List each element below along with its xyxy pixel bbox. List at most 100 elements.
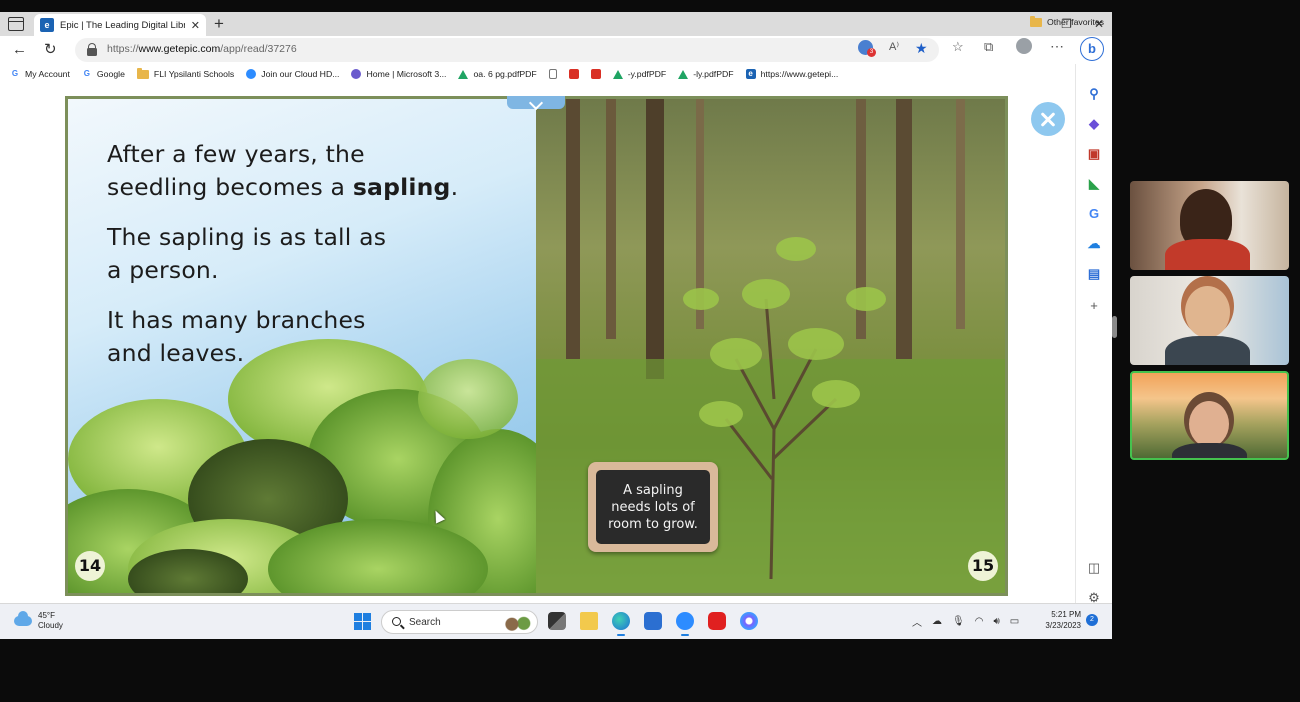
profile-avatar[interactable] — [1016, 38, 1032, 54]
search-label: Search — [409, 617, 441, 628]
zoom-icon — [246, 69, 257, 79]
new-tab-button[interactable]: + — [214, 14, 224, 34]
drive-icon — [458, 69, 469, 79]
epic-favicon-icon: e — [40, 18, 54, 32]
read-aloud-icon[interactable]: A⁾ — [889, 40, 899, 53]
taskbar-search[interactable]: Search — [381, 610, 538, 634]
participant-head — [1185, 286, 1230, 338]
chevron-down-icon[interactable] — [507, 96, 565, 109]
favorite-item[interactable] — [548, 69, 557, 79]
onedrive-icon[interactable]: ☁ — [1086, 236, 1102, 252]
close-icon[interactable] — [1031, 102, 1065, 136]
favorite-item[interactable]: oa. 6 pg.pdfPDF — [458, 69, 537, 79]
battery-icon[interactable]: ▭ — [1010, 616, 1019, 627]
address-bar[interactable]: https://www.getepic.com/app/read/37276 — [75, 38, 939, 62]
tools-icon[interactable]: ▣ — [1086, 146, 1102, 162]
google-icon[interactable]: G — [1086, 206, 1102, 222]
onedrive-icon[interactable]: ☁ — [932, 616, 942, 627]
favorite-item[interactable]: Home | Microsoft 3... — [351, 69, 446, 79]
notification-badge[interactable]: 2 — [1086, 614, 1098, 626]
browser-window: e Epic | The Leading Digital Library ✕ +… — [0, 12, 1112, 639]
left-page: After a few years, the seedling becomes … — [68, 99, 536, 593]
page-number-right: 15 — [968, 551, 998, 581]
drive-icon — [612, 69, 623, 79]
games-icon[interactable]: ◣ — [1086, 176, 1102, 192]
favorite-item[interactable] — [568, 69, 579, 79]
other-favorites[interactable]: Other favorites — [1030, 15, 1104, 27]
clock-date: 3/23/2023 — [1045, 621, 1081, 630]
collections-icon[interactable]: ⧉ — [984, 39, 993, 55]
wifi-icon[interactable]: ◠ — [975, 616, 984, 627]
taskbar: 45°F Cloudy Search ︿ ☁ 🎙︎ ◠ 🔊︎ ▭ 5:21 PM 3… — [0, 603, 1112, 639]
search-icon — [392, 617, 401, 626]
favorite-item[interactable]: G My Account — [10, 69, 70, 79]
favorite-item[interactable]: FLI Ypsilanti Schools — [136, 67, 235, 79]
windows-start-icon[interactable] — [354, 613, 371, 630]
microsoft-icon — [351, 69, 362, 79]
favorite-item[interactable]: -y.pdfPDF — [612, 69, 667, 79]
google-icon: G — [11, 69, 19, 78]
favorites-icon[interactable]: ☆ — [952, 39, 964, 55]
cloud-icon — [14, 611, 32, 626]
docs-icon[interactable]: ▤ — [1086, 266, 1102, 282]
edge-sidebar: ⚲ ◆ ▣ ◣ G ☁ ▤ + ◫ ⚙ — [1075, 64, 1112, 615]
tracking-prevention-icon[interactable]: 3 — [858, 40, 876, 57]
youtube-icon[interactable] — [708, 612, 726, 630]
tab-title: Epic | The Leading Digital Library — [60, 19, 185, 31]
favorite-item[interactable]: -ly.pdfPDF — [678, 69, 734, 79]
sidebar-toggle-icon[interactable]: ◫ — [1086, 560, 1102, 576]
favorite-label: Join our Cloud HD... — [261, 69, 340, 79]
drive-icon — [678, 69, 689, 79]
participant-shirt — [1165, 336, 1250, 365]
page-number-left: 14 — [75, 551, 105, 581]
lock-icon[interactable] — [87, 43, 97, 56]
zoom-app-icon[interactable] — [676, 612, 694, 636]
google-icon: G — [83, 69, 91, 78]
more-options-icon[interactable]: ⋯ — [1050, 38, 1064, 55]
tab-epic[interactable]: e Epic | The Leading Digital Library ✕ — [34, 14, 206, 36]
reader-area: After a few years, the seedling becomes … — [0, 84, 1075, 615]
video-tile-participant-1[interactable] — [1130, 181, 1289, 270]
favorite-label: FLI Ypsilanti Schools — [153, 69, 235, 79]
chevron-up-icon[interactable]: ︿ — [912, 614, 922, 629]
weather-widget[interactable]: 45°F Cloudy — [14, 611, 63, 631]
copilot-icon[interactable] — [740, 612, 758, 630]
favorite-item[interactable]: G Google — [82, 69, 125, 79]
favorite-item[interactable]: e https://www.getepi... — [745, 69, 839, 79]
tab-actions-icon[interactable] — [8, 17, 24, 31]
favorite-item[interactable]: Join our Cloud HD... — [246, 69, 339, 79]
shopping-tag-icon[interactable]: ◆ — [1086, 116, 1102, 132]
book-text-paragraph-1: After a few years, the seedling becomes … — [107, 140, 459, 201]
clock[interactable]: 5:21 PM 3/23/2023 — [1040, 609, 1081, 631]
volume-icon[interactable]: 🔊︎ — [993, 616, 999, 627]
refresh-icon[interactable]: ↻ — [44, 40, 57, 60]
book-text-paragraph-3: It has many branches and leaves. — [107, 306, 366, 367]
epic-icon: e — [745, 69, 756, 79]
system-tray: ︿ ☁ 🎙︎ ◠ 🔊︎ ▭ — [912, 614, 1019, 629]
favorite-label: -y.pdfPDF — [627, 69, 667, 79]
video-tile-participant-3[interactable] — [1130, 371, 1289, 460]
caption-sign: A sapling needs lots of room to grow. — [588, 462, 718, 552]
folder-icon — [1030, 15, 1043, 27]
task-view-icon[interactable] — [548, 612, 566, 630]
edge-browser-icon[interactable] — [612, 612, 630, 636]
weather-description: Cloudy — [38, 621, 63, 630]
book-spread: After a few years, the seedling becomes … — [65, 96, 1008, 596]
store-icon[interactable] — [644, 612, 662, 630]
search-icon[interactable]: ⚲ — [1086, 86, 1102, 102]
scrollbar-thumb[interactable] — [1112, 316, 1117, 338]
url-text[interactable]: https://www.getepic.com/app/read/37276 — [107, 43, 297, 55]
favorite-item[interactable] — [590, 69, 601, 79]
file-explorer-icon[interactable] — [580, 612, 598, 630]
tracker-count-badge: 3 — [867, 48, 876, 57]
favorite-label: https://www.getepi... — [760, 69, 839, 79]
back-arrow-icon[interactable]: ← — [12, 40, 27, 60]
favorites-bar: G My Account G Google FLI Ypsilanti Schools J… — [0, 64, 1075, 84]
favorite-label: oa. 6 pg.pdfPDF — [473, 69, 537, 79]
microphone-icon[interactable]: 🎙︎ — [952, 616, 965, 627]
favorite-star-icon[interactable]: ★ — [915, 40, 928, 57]
tab-close-icon[interactable]: ✕ — [191, 19, 200, 32]
bing-chat-button[interactable]: b — [1080, 37, 1104, 61]
video-tile-participant-2[interactable] — [1130, 276, 1289, 365]
add-icon[interactable]: + — [1086, 298, 1102, 314]
